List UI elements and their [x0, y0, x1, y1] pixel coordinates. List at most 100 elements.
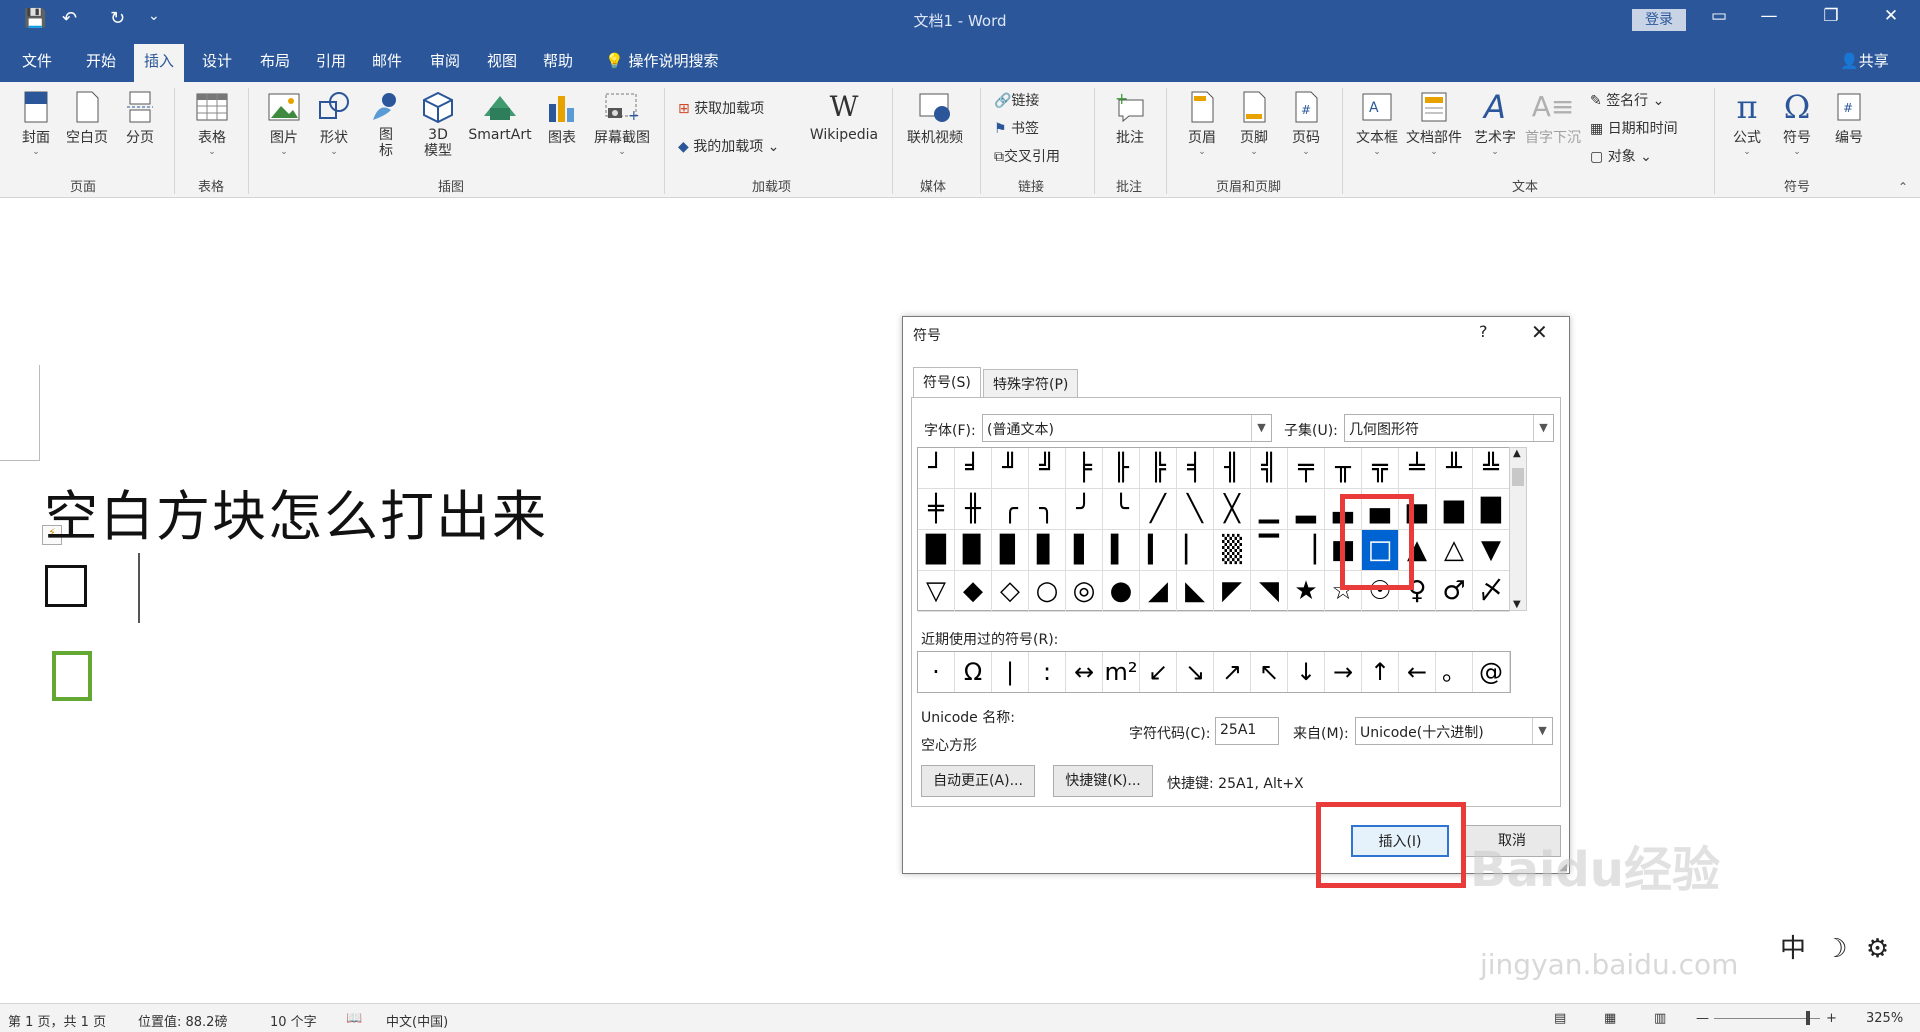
- symbol-cell[interactable]: ╢: [1214, 448, 1251, 489]
- collapse-ribbon-icon[interactable]: ⌃: [1898, 180, 1908, 194]
- tab-symbols[interactable]: 符号(S): [913, 367, 981, 397]
- shortcut-key-button[interactable]: 快捷键(K)...: [1053, 765, 1153, 797]
- screenshot-button[interactable]: + 屏幕截图 ⌄: [590, 90, 654, 157]
- recent-symbol-cell[interactable]: :: [1029, 652, 1066, 692]
- recent-symbol-cell[interactable]: ←: [1399, 652, 1436, 692]
- symbol-cell[interactable]: ▏: [1177, 530, 1214, 571]
- symbol-cell[interactable]: ◆: [955, 571, 992, 612]
- wikipedia-button[interactable]: W Wikipedia: [804, 90, 884, 143]
- symbol-cell[interactable]: ┘: [918, 448, 955, 489]
- language-status[interactable]: 中文(中国): [386, 1011, 448, 1030]
- my-addins-button[interactable]: ◆ 我的加载项 ⌄: [678, 136, 779, 156]
- symbol-cell[interactable]: ▇: [1473, 489, 1510, 530]
- recent-symbol-cell[interactable]: 。: [1436, 652, 1473, 692]
- recent-symbol-cell[interactable]: @: [1473, 652, 1510, 692]
- close-icon[interactable]: ✕: [1531, 320, 1548, 344]
- symbol-cell[interactable]: 〆: [1473, 571, 1510, 612]
- symbol-cell[interactable]: ╞: [1066, 448, 1103, 489]
- ribbon-display-options-icon[interactable]: ▭: [1702, 6, 1736, 26]
- symbol-cell[interactable]: ╭: [992, 489, 1029, 530]
- symbol-cell[interactable]: ╱: [1140, 489, 1177, 530]
- bookmark-button[interactable]: ⚑ 书签: [994, 118, 1039, 138]
- symbol-cell[interactable]: ▊: [992, 530, 1029, 571]
- symbol-cell[interactable]: ●: [1103, 571, 1140, 612]
- page-break-button[interactable]: 分页: [118, 90, 162, 147]
- gear-icon[interactable]: ⚙: [1866, 934, 1889, 964]
- symbol-cell[interactable]: ▂: [1288, 489, 1325, 530]
- symbol-cell[interactable]: ▆: [1436, 489, 1473, 530]
- symbol-cell[interactable]: ╲: [1177, 489, 1214, 530]
- recent-symbol-cell[interactable]: ↖: [1251, 652, 1288, 692]
- symbol-cell[interactable]: ◤: [1214, 571, 1251, 612]
- tab-file[interactable]: 文件: [22, 50, 52, 71]
- equation-button[interactable]: π 公式 ⌄: [1722, 90, 1772, 157]
- signature-line-button[interactable]: ✎ 签名行 ⌄: [1590, 90, 1664, 110]
- symbol-cell[interactable]: ╟: [1103, 448, 1140, 489]
- minimize-icon[interactable]: —: [1752, 6, 1786, 26]
- tab-design[interactable]: 设计: [202, 50, 232, 71]
- ime-toolbar[interactable]: 中 ☽ ⚙: [1780, 928, 1889, 965]
- word-count[interactable]: 10 个字: [270, 1011, 317, 1030]
- maximize-icon[interactable]: ❐: [1814, 6, 1848, 26]
- close-window-icon[interactable]: ✕: [1874, 6, 1908, 26]
- read-mode-icon[interactable]: ▤: [1554, 1011, 1566, 1026]
- from-select[interactable]: Unicode(十六进制) ▼: [1355, 717, 1553, 745]
- online-video-button[interactable]: 联机视频: [902, 90, 968, 147]
- zoom-in-icon[interactable]: +: [1826, 1011, 1837, 1026]
- smartart-button[interactable]: SmartArt: [466, 90, 534, 143]
- symbol-cell[interactable]: ◥: [1251, 571, 1288, 612]
- recent-symbol-cell[interactable]: →: [1325, 652, 1362, 692]
- scroll-up-icon[interactable]: ▲: [1513, 448, 1521, 459]
- character-code-input[interactable]: 25A1: [1215, 717, 1279, 745]
- symbol-cell[interactable]: ╩: [1473, 448, 1510, 489]
- footer-button[interactable]: 页脚 ⌄: [1232, 90, 1276, 157]
- symbol-cell[interactable]: ◢: [1140, 571, 1177, 612]
- recent-symbol-cell[interactable]: ↑: [1362, 652, 1399, 692]
- symbol-cell[interactable]: ╦: [1362, 448, 1399, 489]
- symbol-cell[interactable]: ╥: [1325, 448, 1362, 489]
- tab-view[interactable]: 视图: [487, 50, 517, 71]
- page-number-button[interactable]: # 页码 ⌄: [1284, 90, 1328, 157]
- symbol-cell[interactable]: ▒: [1214, 530, 1251, 571]
- help-icon[interactable]: ?: [1479, 322, 1488, 341]
- symbol-cell[interactable]: ╤: [1288, 448, 1325, 489]
- chart-button[interactable]: 图表: [540, 90, 584, 147]
- comment-button[interactable]: + 批注: [1108, 90, 1152, 147]
- link-button[interactable]: 🔗链接: [994, 90, 1039, 110]
- autocorrect-button[interactable]: 自动更正(A)...: [921, 765, 1035, 797]
- symbol-cell[interactable]: ◇: [992, 571, 1029, 612]
- symbol-cell[interactable]: ╣: [1251, 448, 1288, 489]
- symbol-cell[interactable]: ▔: [1251, 530, 1288, 571]
- symbol-cell[interactable]: ╫: [955, 489, 992, 530]
- drop-cap-button[interactable]: A≡ 首字下沉: [1522, 90, 1584, 147]
- symbol-cell[interactable]: ╜: [992, 448, 1029, 489]
- web-layout-icon[interactable]: ▥: [1654, 1011, 1666, 1026]
- symbol-cell[interactable]: ╰: [1103, 489, 1140, 530]
- position-value[interactable]: 位置值: 88.2磅: [138, 1011, 227, 1030]
- symbol-grid[interactable]: ┘ ╛ ╜ ╝ ╞ ╟ ╠ ╡ ╢ ╣ ╤ ╥ ╦ ╧ ╨ ╩ ╪ ╫ ╭ ╮ ╯ ╰ ╱ ╲ ╳ ▁ ▂ ▃ ▄ ▅ ▆ ▇ █ ▉ ▊ ▋ ▌ ▍ ▎ ▏…: [917, 447, 1511, 612]
- symbol-cell[interactable]: ♂: [1436, 571, 1473, 612]
- 3d-models-button[interactable]: 3D 模型: [416, 90, 460, 159]
- symbol-cell[interactable]: ○: [1029, 571, 1066, 612]
- zoom-slider[interactable]: [1714, 1011, 1820, 1025]
- symbol-button[interactable]: Ω 符号 ⌄: [1772, 90, 1822, 157]
- recent-symbol-cell[interactable]: ·: [918, 652, 955, 692]
- recent-symbol-cell[interactable]: ↘: [1177, 652, 1214, 692]
- symbol-cell[interactable]: ◎: [1066, 571, 1103, 612]
- symbol-cell[interactable]: ╝: [1029, 448, 1066, 489]
- wordart-button[interactable]: A 艺术字 ⌄: [1470, 90, 1520, 157]
- proofing-icon[interactable]: 📖: [346, 1011, 362, 1026]
- login-button[interactable]: 登录: [1632, 9, 1686, 31]
- symbol-grid-scrollbar[interactable]: ▲ ▼: [1509, 447, 1527, 611]
- symbol-cell[interactable]: ▕: [1288, 530, 1325, 571]
- pictures-button[interactable]: 图片 ⌄: [262, 90, 306, 157]
- table-button[interactable]: 表格 ⌄: [190, 90, 234, 157]
- zoom-out-icon[interactable]: —: [1696, 1011, 1709, 1026]
- recent-symbol-cell[interactable]: ↔: [1066, 652, 1103, 692]
- recent-symbol-cell[interactable]: |: [992, 652, 1029, 692]
- cross-reference-button[interactable]: ⧉交叉引用: [994, 146, 1060, 166]
- recent-symbol-cell[interactable]: ↗: [1214, 652, 1251, 692]
- symbol-cell[interactable]: ▍: [1103, 530, 1140, 571]
- symbol-cell[interactable]: ▉: [955, 530, 992, 571]
- quick-parts-button[interactable]: 文档部件 ⌄: [1404, 90, 1464, 157]
